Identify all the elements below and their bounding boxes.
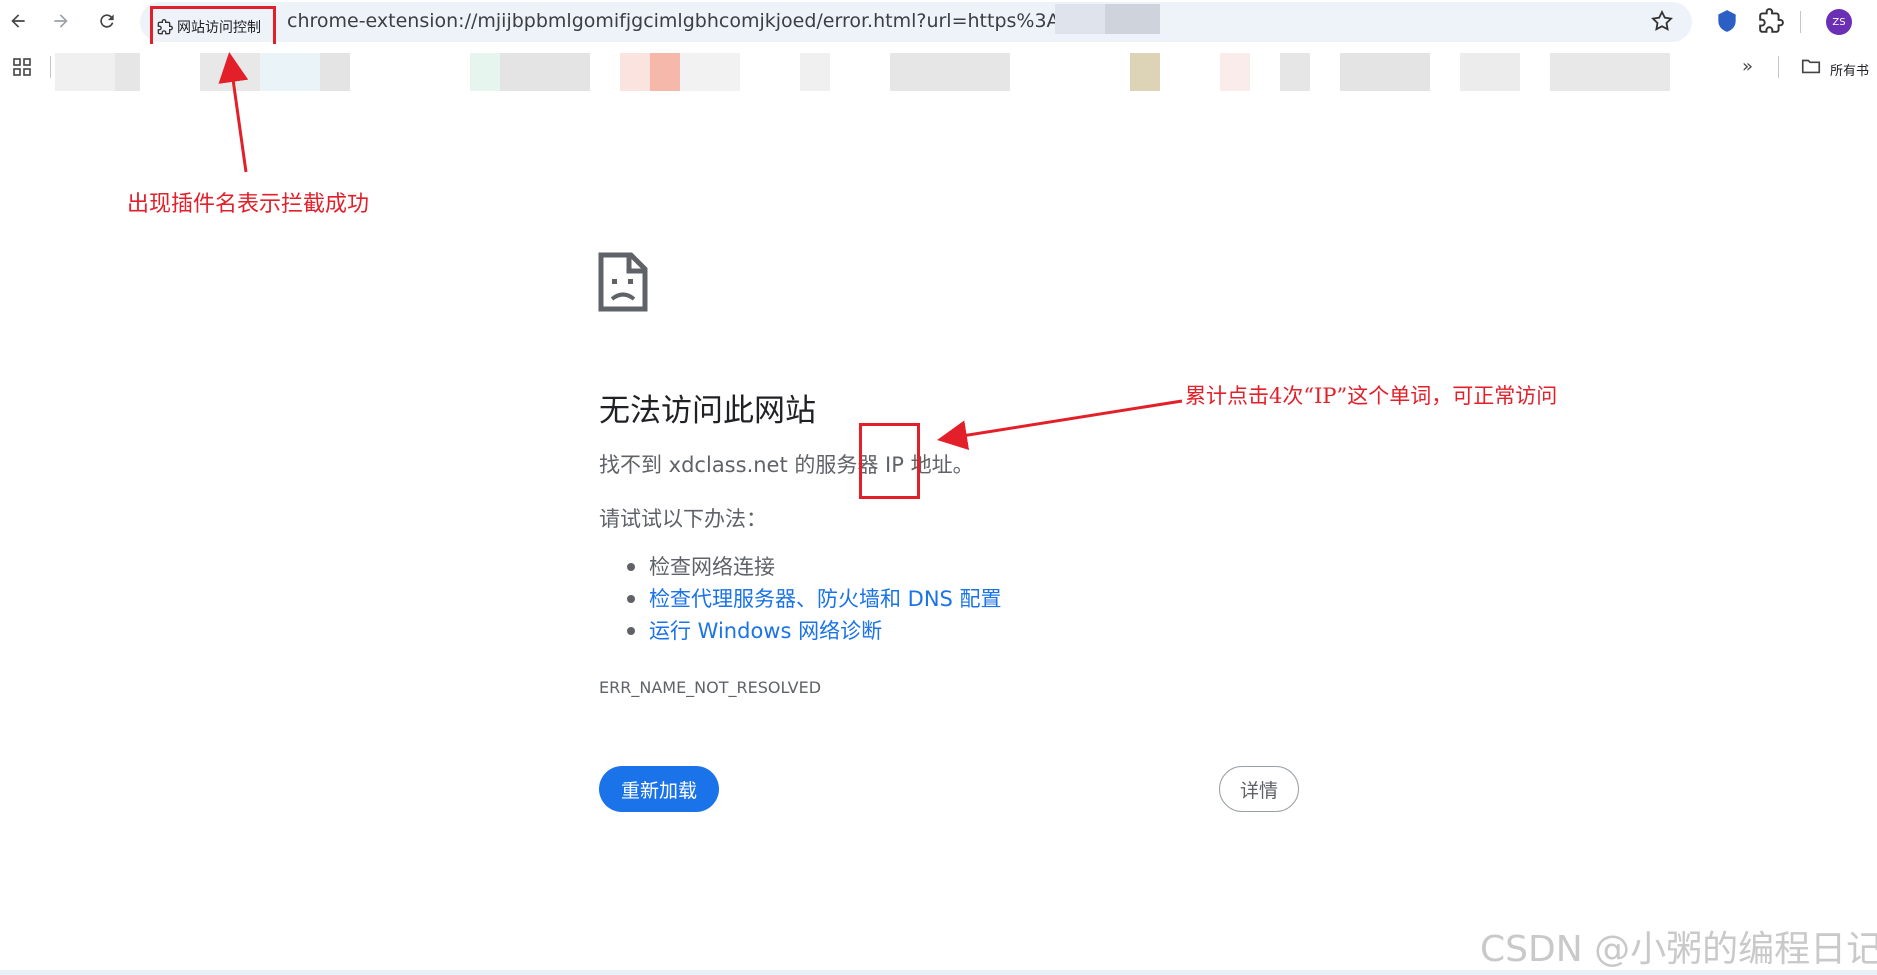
puzzle-icon[interactable] [1758,8,1784,34]
bookmarks-overflow-button[interactable]: » [1742,56,1753,77]
blurred-bookmark[interactable] [620,53,650,91]
blurred-bookmark[interactable] [260,53,320,91]
back-arrow-icon [11,14,25,28]
forward-button[interactable] [46,6,76,36]
suggestion-text[interactable]: 运行 Windows 网络诊断 [649,619,882,643]
all-bookmarks-label[interactable]: 所有书 [1830,60,1869,79]
browser-toolbar: chrome-extension://mjijbpbmlgomifjgcimlg… [0,0,1877,48]
reload-button[interactable] [92,6,122,36]
extension-icon [157,19,173,35]
folder-icon[interactable] [1800,55,1822,77]
blurred-bookmark[interactable] [200,53,260,91]
extension-chip[interactable]: 网站访问控制 [150,6,276,48]
blurred-bookmark[interactable] [470,53,500,91]
back-button[interactable] [3,6,33,36]
toolbar-divider [1800,11,1801,33]
suggestion-check-network: 检查网络连接 [599,551,1002,583]
error-code: ERR_NAME_NOT_RESOLVED [599,678,822,697]
blurred-bookmark[interactable] [890,53,1010,91]
blurred-bookmark[interactable] [55,53,115,91]
blurred-bookmark[interactable] [1460,53,1520,91]
arrow-to-ip-word [937,399,1183,451]
blurred-bookmark[interactable] [800,53,830,91]
shield-extension-icon[interactable] [1714,8,1740,34]
suggestion-text[interactable]: 检查代理服务器、防火墙和 DNS 配置 [649,587,1002,611]
annotation-arrows [218,52,1183,451]
apps-grid-icon[interactable] [12,57,32,77]
annotation-ip-note: 累计点击4次“IP”这个单词，可正常访问 [1185,384,1558,408]
blurred-bookmark[interactable] [680,53,740,91]
profile-avatar[interactable]: ZS [1826,9,1852,35]
blurred-bookmark[interactable] [500,53,590,91]
ip-highlight-box [859,423,920,499]
blurred-bookmark[interactable] [1340,53,1430,91]
bullet [627,595,635,603]
bottom-edge [0,970,1877,975]
details-button[interactable]: 详情 [1219,766,1299,812]
reload-icon [100,14,114,28]
blurred-bookmark[interactable] [1550,53,1670,91]
watermark: CSDN @小粥的编程日记 [1480,929,1877,970]
bookmark-separator [1778,56,1779,78]
suggestion-check-proxy-link[interactable]: 检查代理服务器、防火墙和 DNS 配置 [599,583,1002,615]
suggestion-run-diagnostics-link[interactable]: 运行 Windows 网络诊断 [599,615,1002,647]
bullet [627,627,635,635]
blurred-bookmark[interactable] [320,53,350,91]
blurred-bookmark[interactable] [1280,53,1310,91]
url-text[interactable]: chrome-extension://mjijbpbmlgomifjgcimlg… [287,10,1057,32]
bookmark-bar: » 所有书 [0,44,1877,91]
sad-page-icon [598,252,648,312]
blurred-url-part [1055,4,1105,34]
star-icon[interactable] [1650,9,1674,33]
blurred-bookmark[interactable] [1130,53,1160,91]
blurred-url-part [1105,4,1160,34]
error-title: 无法访问此网站 [599,393,816,429]
bookmark-separator [50,56,51,78]
annotation-chip-note: 出现插件名表示拦截成功 [127,192,370,217]
reload-page-button[interactable]: 重新加载 [599,766,719,812]
try-label: 请试试以下办法： [599,507,767,531]
blurred-bookmark[interactable] [650,53,680,91]
bullet [627,563,635,571]
forward-arrow-icon [54,14,68,28]
extension-chip-label: 网站访问控制 [177,20,261,36]
blurred-bookmark[interactable] [115,53,140,91]
blurred-bookmark[interactable] [1220,53,1250,91]
suggestion-text: 检查网络连接 [649,555,775,579]
suggestion-list: 检查网络连接 检查代理服务器、防火墙和 DNS 配置 运行 Windows 网络… [599,551,1002,647]
